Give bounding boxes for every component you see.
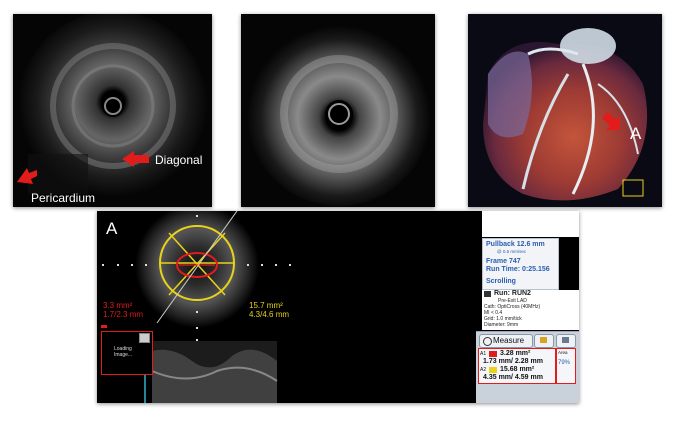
diagonal-label: Diagonal (155, 153, 203, 167)
ct-label-a: A (630, 124, 642, 143)
ivus-panel-1: Pericardium Diagonal (13, 14, 212, 207)
lumen-readout: 3.3 mm² 1.7/2.3 mm (103, 301, 143, 319)
ivus-image-1 (13, 14, 212, 207)
a2-swatch (489, 367, 497, 373)
tab-measure[interactable]: Measure (479, 334, 533, 348)
vessel-area: 15.7 mm² (249, 301, 283, 310)
area-stenosis-box: Area 79% (556, 348, 576, 384)
measure-panel: Measure A1 3.28 mm² 1.73 mm/ 2.28 mm A2 … (476, 331, 579, 403)
vessel-readout: 15.7 mm² 4.3/4.6 mm (249, 301, 289, 319)
a2-diameters: 4.35 mm/ 4.59 mm (483, 374, 543, 381)
a1-diameters: 1.73 mm/ 2.28 mm (483, 358, 543, 365)
loading-image-text: Loading Image... (114, 346, 133, 358)
scrolling-status: Scrolling (486, 278, 516, 285)
a1-swatch (489, 351, 497, 357)
settings-icon (562, 337, 569, 343)
tab-other[interactable] (556, 334, 576, 348)
run-name: Run: RUN2 (494, 290, 531, 297)
ct-heart-image (468, 14, 662, 207)
pericardium-label: Pericardium (31, 191, 96, 205)
measure-tab-label: Measure (493, 336, 525, 345)
frame-marker (101, 325, 107, 328)
info-top-white (482, 211, 579, 237)
lumen-area: 3.3 mm² (103, 301, 133, 310)
camera-icon[interactable] (139, 333, 150, 343)
measurement-list: A1 3.28 mm² 1.73 mm/ 2.28 mm A2 15.68 mm… (478, 348, 556, 384)
diagonal-arrow (122, 150, 150, 168)
vessel-diameters: 4.3/4.6 mm (249, 310, 290, 319)
pullback-box: Pullback 12.6 mm @ 0.5 mm/sec Frame 747 … (482, 238, 559, 290)
ct-heart-panel: A (468, 14, 662, 207)
frame-number: Frame 747 (486, 258, 521, 265)
measure-tab-icon (483, 337, 492, 346)
ivus-image-2 (241, 14, 435, 207)
a1-area: 3.28 mm² (500, 350, 531, 357)
area-header: Area (558, 350, 568, 355)
pericardium-arrow (15, 164, 37, 184)
ivus-panel-2 (241, 14, 435, 207)
play-icon (540, 337, 547, 343)
pullback-speed: @ 0.5 mm/sec (497, 249, 527, 254)
tab-play[interactable] (534, 334, 554, 348)
a2-label: A2 (480, 367, 487, 373)
run-icon (484, 291, 491, 297)
a1-label: A1 (480, 351, 487, 357)
run-time: Run Time: 0:25.156 (486, 266, 550, 273)
run-info: Run: RUN2 Pre-Exit LAD Cath: OptiCross (… (482, 290, 579, 330)
pullback-length: Pullback 12.6 mm (486, 241, 545, 248)
viewer-panel-label: A (106, 219, 118, 238)
ivus-software-window: A 3.3 mm² 1.7/2.3 mm 15.7 mm² 4.3/4.6 mm… (97, 211, 579, 403)
lumen-diameters: 1.7/2.3 mm (103, 310, 144, 319)
a2-area: 15.68 mm² (500, 366, 535, 373)
area-percent: 79% (558, 360, 571, 366)
diameter-value: Diameter: 9mm (484, 322, 519, 328)
